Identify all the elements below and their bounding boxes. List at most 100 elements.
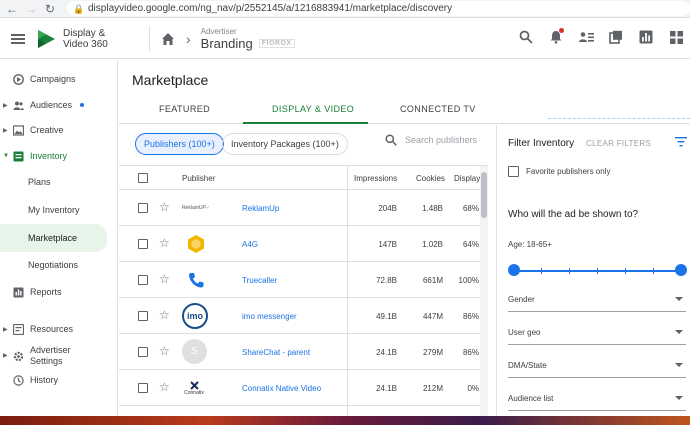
table-row[interactable]: ☆ A4G 147B 1.02B 64% [119, 226, 488, 262]
sidebar-item-resources[interactable]: ▶ Resources [0, 317, 118, 341]
inventory-packages-chip[interactable]: Inventory Packages (100+) [222, 133, 348, 155]
favorite-star-icon[interactable]: ☆ [159, 344, 170, 358]
row-checkbox[interactable] [138, 275, 148, 285]
active-tab-indicator [243, 122, 368, 124]
search-placeholder: Search publishers [405, 135, 478, 145]
connatix-logo: Connatix [182, 376, 206, 400]
sharechat-avatar: S [182, 339, 207, 364]
sidebar-item-audiences[interactable]: ▶ Audiences [0, 93, 118, 117]
publisher-search[interactable]: Search publishers [385, 134, 477, 146]
dv360-logo-icon [38, 29, 55, 48]
imo-logo: imo [182, 303, 208, 329]
filter-panel: Filter Inventory CLEAR FILTERS Favorite … [496, 125, 690, 425]
favorite-star-icon[interactable]: ☆ [159, 308, 170, 322]
audience-list-select[interactable]: Audience list [508, 389, 686, 411]
publishers-chip[interactable]: Publishers (100+) [135, 133, 224, 155]
notifications-icon[interactable] [548, 28, 564, 45]
favorite-star-icon[interactable]: ☆ [159, 380, 170, 394]
apps-grid-icon[interactable] [668, 29, 684, 45]
history-icon [12, 374, 24, 386]
url-text: displayvideo.google.com/ng_nav/p/2552145… [88, 3, 453, 14]
sidebar-item-creative[interactable]: ▶ Creative [0, 118, 118, 142]
favorite-star-icon[interactable]: ☆ [159, 272, 170, 286]
favorite-star-icon[interactable]: ☆ [159, 200, 170, 214]
filter-list-icon[interactable] [675, 137, 687, 147]
reports-icon [12, 286, 24, 298]
tab-connected-tv[interactable]: CONNECTED TV [400, 104, 476, 114]
cookies-column-header[interactable]: Cookies [416, 174, 445, 183]
copy-icon[interactable] [608, 29, 624, 45]
sidebar-item-history[interactable]: History [0, 368, 118, 392]
main-content: Marketplace FEATURED DISPLAY & VIDEO CON… [119, 60, 690, 425]
user-list-icon[interactable] [578, 29, 594, 45]
sidebar-item-inventory[interactable]: ▼ Inventory [0, 144, 118, 168]
dma-state-select[interactable]: DMA/State [508, 356, 686, 378]
favorite-star-icon[interactable]: ☆ [159, 236, 170, 250]
select-all-checkbox[interactable] [138, 173, 148, 183]
publisher-link[interactable]: A4G [242, 240, 258, 249]
page-title: Marketplace [132, 72, 209, 88]
notification-badge [559, 28, 564, 33]
favorite-publishers-checkbox[interactable] [508, 166, 519, 177]
scrollbar-thumb[interactable] [481, 172, 487, 218]
age-slider-max-handle[interactable] [675, 264, 687, 276]
sidebar-item-plans[interactable]: Plans [0, 170, 118, 194]
forward-icon[interactable]: → [23, 1, 39, 17]
inventory-icon [12, 150, 24, 162]
row-checkbox[interactable] [138, 203, 148, 213]
publisher-link[interactable]: Truecaller [242, 276, 277, 285]
favorite-publishers-label: Favorite publishers only [526, 167, 611, 176]
clear-filters-button[interactable]: CLEAR FILTERS [586, 139, 651, 148]
row-checkbox[interactable] [138, 347, 148, 357]
publisher-link[interactable]: imo messenger [242, 312, 297, 321]
gender-select[interactable]: Gender [508, 290, 686, 312]
back-icon[interactable]: ← [4, 1, 20, 17]
table-row[interactable]: ☆ imo imo messenger 49.1B 447M 86% [119, 298, 488, 334]
search-icon [385, 134, 397, 146]
reload-icon[interactable]: ↻ [42, 1, 58, 17]
progress-dotted-line [548, 118, 690, 119]
publisher-link[interactable]: ShareChat - parent [242, 348, 310, 357]
row-checkbox[interactable] [138, 383, 148, 393]
sidebar-item-my-inventory[interactable]: My Inventory [0, 198, 118, 222]
table-row[interactable]: ☆ Truecaller 72.8B 661M 100% [119, 262, 488, 298]
menu-icon[interactable] [11, 33, 25, 44]
publishers-table: Publisher Impressions Cookies Display ☆ … [119, 165, 488, 425]
impressions-column-header[interactable]: Impressions [354, 174, 397, 183]
table-scrollbar[interactable] [480, 166, 488, 425]
display-column-header[interactable]: Display [454, 174, 480, 183]
sidebar-item-marketplace[interactable]: Marketplace [0, 224, 107, 252]
analytics-icon[interactable] [638, 29, 654, 45]
advertiser-selector[interactable]: Advertiser Branding FIOROX [201, 27, 295, 51]
publisher-column-header[interactable]: Publisher [182, 174, 215, 183]
tab-display-video[interactable]: DISPLAY & VIDEO [272, 104, 354, 114]
settings-icon [12, 350, 24, 362]
publisher-link[interactable]: ReklamUp [242, 204, 279, 213]
row-checkbox[interactable] [138, 311, 148, 321]
age-slider-track[interactable] [514, 268, 681, 274]
search-icon[interactable] [518, 29, 534, 45]
address-bar[interactable]: 🔒 displayvideo.google.com/ng_nav/p/25521… [67, 1, 690, 16]
table-row[interactable]: ☆ ReklamUP ✓ ReklamUp 204B 1.48B 68% [119, 190, 488, 226]
tab-featured[interactable]: FEATURED [159, 104, 210, 114]
sidebar-item-advertiser-settings[interactable]: ▶ Advertiser Settings [0, 342, 118, 370]
campaigns-icon [12, 73, 24, 85]
resources-icon [12, 323, 24, 335]
sidebar-item-campaigns[interactable]: Campaigns [0, 67, 118, 91]
publisher-link[interactable]: Connatix Native Video [242, 384, 321, 393]
chevron-right-icon: › [186, 30, 191, 47]
sidebar-item-reports[interactable]: Reports [0, 280, 118, 304]
dropdown-arrow-icon [675, 363, 683, 367]
home-icon[interactable] [160, 31, 176, 47]
audience-question: Who will the ad be shown to? [508, 209, 639, 220]
age-label: Age: 18-65+ [508, 240, 552, 249]
age-slider-min-handle[interactable] [508, 264, 520, 276]
reklamup-logo: ReklamUP ✓ [181, 205, 211, 211]
table-row[interactable]: ☆ S ShareChat - parent 24.1B 279M 86% [119, 334, 488, 370]
row-checkbox[interactable] [138, 239, 148, 249]
user-geo-select[interactable]: User geo [508, 323, 686, 345]
table-row[interactable]: ☆ Connatix Connatix Native Video 24.1B 2… [119, 370, 488, 406]
header-divider [149, 25, 150, 52]
sidebar-item-negotiations[interactable]: Negotiations [0, 253, 118, 277]
advertiser-logo: FIOROX [258, 38, 295, 48]
